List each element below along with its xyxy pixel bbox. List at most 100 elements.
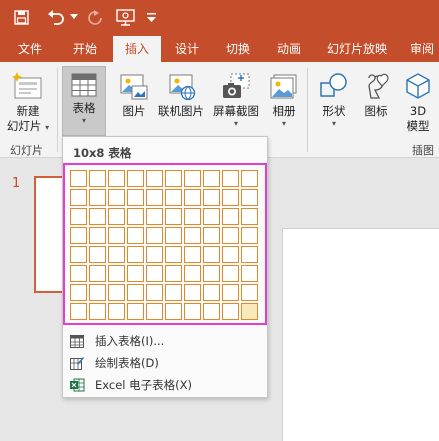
table-grid-cell[interactable] bbox=[127, 303, 144, 320]
table-grid-cell[interactable] bbox=[108, 303, 125, 320]
table-grid-cell[interactable] bbox=[127, 189, 144, 206]
table-grid-cell[interactable] bbox=[184, 303, 201, 320]
picture-button[interactable]: 图片 bbox=[116, 66, 152, 140]
online-picture-button[interactable]: 联机图片 bbox=[154, 66, 208, 140]
table-grid-cell[interactable] bbox=[184, 170, 201, 187]
table-grid-cell[interactable] bbox=[108, 265, 125, 282]
tab-transitions[interactable]: 切换 bbox=[214, 36, 262, 62]
table-grid-cell[interactable] bbox=[203, 284, 220, 301]
table-grid-cell[interactable] bbox=[184, 284, 201, 301]
table-grid-cell[interactable] bbox=[70, 189, 87, 206]
table-grid-cell[interactable] bbox=[222, 284, 239, 301]
table-grid-cell[interactable] bbox=[184, 189, 201, 206]
tab-file[interactable]: 文件 bbox=[8, 36, 52, 62]
excel-spreadsheet-menu-item[interactable]: Excel 电子表格(X) bbox=[69, 375, 261, 395]
draw-table-menu-item[interactable]: 绘制表格(D) bbox=[69, 353, 261, 373]
tab-home[interactable]: 开始 bbox=[60, 36, 110, 62]
table-grid-cell[interactable] bbox=[241, 170, 258, 187]
table-grid-cell[interactable] bbox=[108, 208, 125, 225]
table-grid-cell[interactable] bbox=[89, 189, 106, 206]
table-grid-cell[interactable] bbox=[203, 189, 220, 206]
icons-button[interactable]: 图标 bbox=[358, 66, 394, 140]
table-grid-cell[interactable] bbox=[108, 284, 125, 301]
insert-table-menu-item[interactable]: 插入表格(I)... bbox=[69, 331, 261, 351]
table-grid-cell[interactable] bbox=[222, 227, 239, 244]
table-grid-cell[interactable] bbox=[165, 284, 182, 301]
table-grid-cell[interactable] bbox=[241, 246, 258, 263]
table-grid-cell[interactable] bbox=[89, 227, 106, 244]
table-grid-cell[interactable] bbox=[241, 303, 258, 320]
table-grid-cell[interactable] bbox=[108, 246, 125, 263]
table-grid-cell[interactable] bbox=[203, 170, 220, 187]
shapes-button[interactable]: 形状 ▾ bbox=[314, 66, 354, 140]
table-grid-cell[interactable] bbox=[70, 246, 87, 263]
slide-canvas[interactable] bbox=[282, 228, 439, 441]
table-grid-cell[interactable] bbox=[203, 303, 220, 320]
table-grid-cell[interactable] bbox=[222, 246, 239, 263]
table-grid-cell[interactable] bbox=[89, 265, 106, 282]
table-grid-cell[interactable] bbox=[108, 189, 125, 206]
table-grid-cell[interactable] bbox=[127, 246, 144, 263]
customize-qat-icon[interactable] bbox=[144, 6, 158, 28]
table-grid-cell[interactable] bbox=[222, 189, 239, 206]
tab-review[interactable]: 审阅 bbox=[402, 36, 439, 62]
redo-icon[interactable] bbox=[86, 6, 104, 28]
table-grid-cell[interactable] bbox=[222, 208, 239, 225]
table-grid-cell[interactable] bbox=[203, 208, 220, 225]
undo-dropdown-icon[interactable] bbox=[68, 6, 80, 28]
table-grid-cell[interactable] bbox=[222, 265, 239, 282]
table-grid-cell[interactable] bbox=[165, 265, 182, 282]
table-grid-cell[interactable] bbox=[184, 227, 201, 244]
table-grid-cell[interactable] bbox=[89, 284, 106, 301]
table-grid-cell[interactable] bbox=[184, 208, 201, 225]
table-grid-cell[interactable] bbox=[70, 170, 87, 187]
table-grid-cell[interactable] bbox=[241, 284, 258, 301]
table-grid-cell[interactable] bbox=[184, 246, 201, 263]
table-grid-cell[interactable] bbox=[70, 303, 87, 320]
tab-design[interactable]: 设计 bbox=[164, 36, 210, 62]
table-grid-cell[interactable] bbox=[70, 227, 87, 244]
screenshot-button[interactable]: 屏幕截图 ▾ bbox=[210, 66, 262, 140]
table-grid-cell[interactable] bbox=[165, 189, 182, 206]
save-icon[interactable] bbox=[10, 6, 32, 28]
tab-slideshow[interactable]: 幻灯片放映 bbox=[318, 36, 396, 62]
table-grid-cell[interactable] bbox=[127, 170, 144, 187]
table-grid-cell[interactable] bbox=[241, 189, 258, 206]
3d-models-button[interactable]: 3D 模型 bbox=[398, 66, 438, 140]
table-grid-cell[interactable] bbox=[89, 170, 106, 187]
table-grid-cell[interactable] bbox=[165, 246, 182, 263]
table-grid-cell[interactable] bbox=[203, 227, 220, 244]
table-grid[interactable] bbox=[70, 170, 258, 320]
table-grid-cell[interactable] bbox=[146, 170, 163, 187]
new-slide-button[interactable]: 新建 幻灯片 ▾ bbox=[2, 66, 54, 140]
table-grid-cell[interactable] bbox=[108, 170, 125, 187]
table-grid-cell[interactable] bbox=[127, 208, 144, 225]
table-grid-cell[interactable] bbox=[127, 227, 144, 244]
table-button[interactable]: 表格 ▾ bbox=[62, 66, 106, 136]
table-grid-cell[interactable] bbox=[165, 227, 182, 244]
table-grid-cell[interactable] bbox=[146, 303, 163, 320]
table-grid-cell[interactable] bbox=[241, 227, 258, 244]
photo-album-button[interactable]: 相册 ▾ bbox=[266, 66, 302, 140]
table-grid-cell[interactable] bbox=[146, 227, 163, 244]
table-grid-cell[interactable] bbox=[222, 170, 239, 187]
table-grid-cell[interactable] bbox=[203, 265, 220, 282]
table-grid-cell[interactable] bbox=[146, 265, 163, 282]
table-grid-cell[interactable] bbox=[70, 265, 87, 282]
table-grid-cell[interactable] bbox=[146, 284, 163, 301]
table-grid-cell[interactable] bbox=[146, 189, 163, 206]
table-grid-cell[interactable] bbox=[165, 208, 182, 225]
table-grid-cell[interactable] bbox=[241, 265, 258, 282]
table-grid-cell[interactable] bbox=[127, 265, 144, 282]
table-grid-cell[interactable] bbox=[89, 303, 106, 320]
table-grid-cell[interactable] bbox=[222, 303, 239, 320]
undo-icon[interactable] bbox=[44, 6, 68, 28]
table-grid-cell[interactable] bbox=[165, 170, 182, 187]
table-grid-cell[interactable] bbox=[70, 208, 87, 225]
table-grid-cell[interactable] bbox=[127, 284, 144, 301]
tab-animations[interactable]: 动画 bbox=[266, 36, 312, 62]
table-grid-cell[interactable] bbox=[146, 246, 163, 263]
table-grid-cell[interactable] bbox=[203, 246, 220, 263]
table-grid-cell[interactable] bbox=[241, 208, 258, 225]
table-grid-cell[interactable] bbox=[70, 284, 87, 301]
